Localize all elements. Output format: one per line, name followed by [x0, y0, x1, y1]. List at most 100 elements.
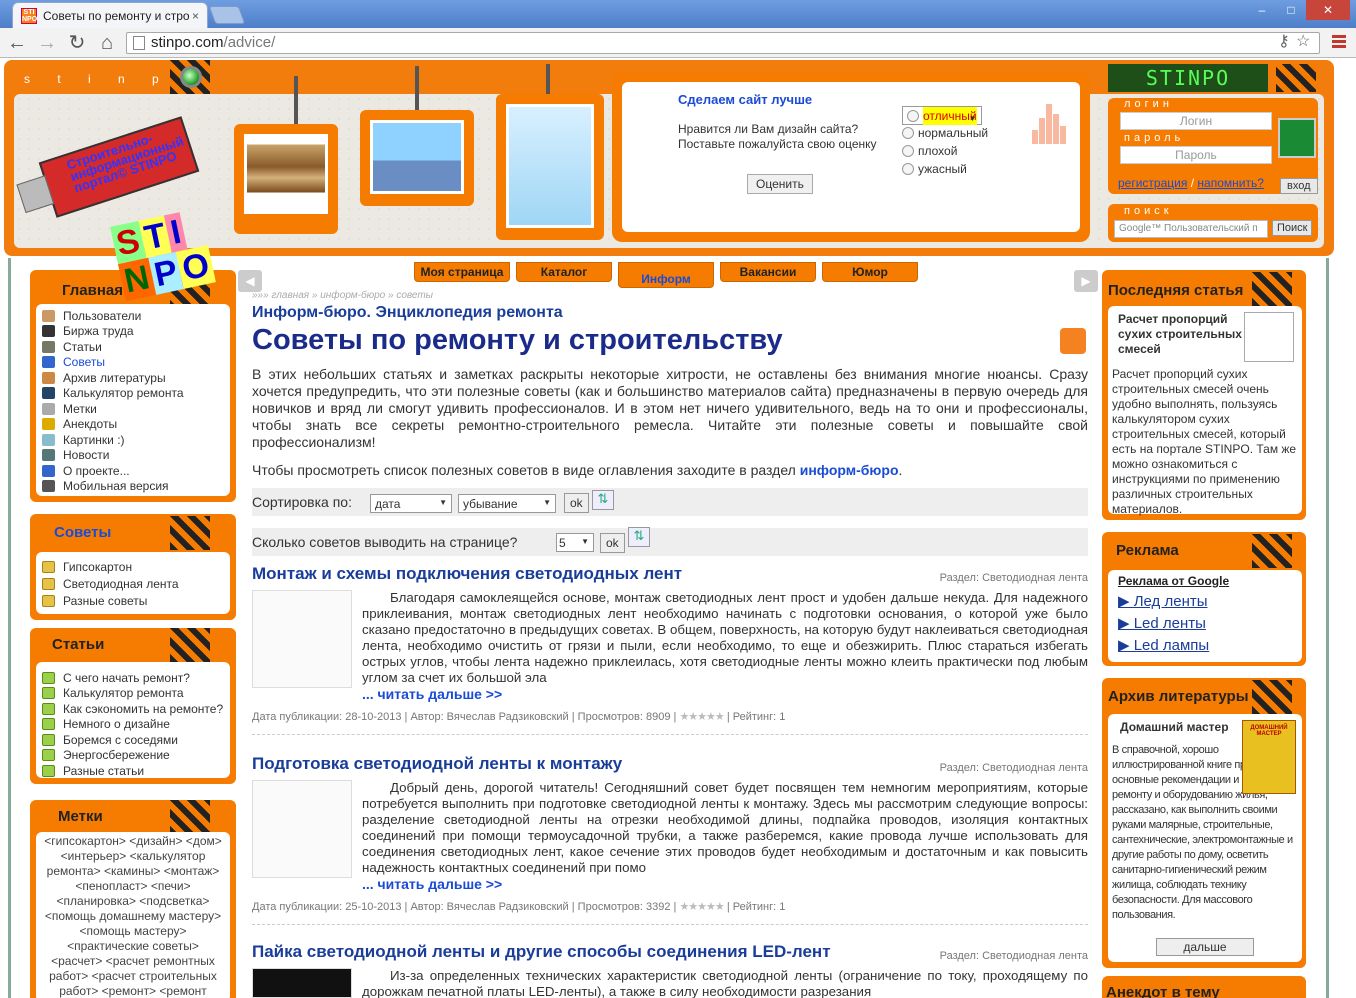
sidebar-item[interactable]: С чего начать ремонт?: [42, 670, 230, 686]
nav-tab[interactable]: Информ: [618, 262, 714, 288]
nav-tab[interactable]: Вакансии: [720, 262, 816, 282]
sidebar-item[interactable]: О проекте...: [42, 463, 230, 479]
nav-tab[interactable]: Моя страница: [414, 262, 510, 282]
sidebar-item[interactable]: Биржа труда: [42, 324, 230, 340]
poll-option[interactable]: плохой: [902, 142, 988, 160]
per-page-arrows-icon[interactable]: ⇅: [628, 527, 650, 547]
tab-close-icon[interactable]: ×: [192, 9, 199, 23]
tips-title[interactable]: Советы: [54, 524, 111, 541]
sort-ok-button[interactable]: ok: [564, 493, 589, 513]
breadcrumb[interactable]: »»» главная » информ-бюро » советы: [252, 290, 433, 301]
search-input[interactable]: Google™ Пользовательский п: [1114, 220, 1268, 238]
forward-icon[interactable]: →: [36, 32, 58, 54]
article-thumbnail[interactable]: [252, 968, 352, 998]
scroll-left-icon[interactable]: ◀: [238, 270, 262, 292]
poll-option[interactable]: ужасный: [902, 160, 988, 178]
article-thumbnail[interactable]: [252, 780, 352, 878]
sort-field-select[interactable]: дата: [370, 494, 452, 513]
per-page-input[interactable]: 5: [556, 533, 594, 552]
sidebar-item-label: Калькулятор ремонта: [63, 386, 184, 401]
read-more-link[interactable]: ... читать дальше >>: [362, 686, 502, 702]
inform-bureau-link[interactable]: информ-бюро: [800, 462, 899, 478]
sort-order-select[interactable]: убывание: [458, 494, 556, 513]
register-link[interactable]: регистрация: [1118, 176, 1187, 190]
rating-stars-icon[interactable]: ★★★★★: [679, 710, 724, 723]
maximize-button[interactable]: □: [1277, 0, 1305, 20]
window-close-button[interactable]: ✕: [1306, 0, 1350, 20]
chrome-menu-icon[interactable]: [1332, 35, 1346, 49]
ads-by-google-link[interactable]: Реклама от Google: [1118, 574, 1292, 588]
main-nav: Моя страница Каталог Информ Вакансии Юмор: [414, 262, 918, 288]
sidebar-item[interactable]: Советы: [42, 355, 230, 371]
sidebar-item[interactable]: Боремся с соседями: [42, 732, 230, 748]
sidebar-item[interactable]: Калькулятор ремонта: [42, 386, 230, 402]
sidebar-item[interactable]: Новости: [42, 448, 230, 464]
sidebar-item[interactable]: Анекдоты: [42, 417, 230, 433]
sidebar-item[interactable]: Как сэкономить на ремонте?: [42, 701, 230, 717]
sidebar-item[interactable]: Энергосбережение: [42, 748, 230, 764]
search-button[interactable]: Поиск: [1272, 220, 1313, 236]
key-icon[interactable]: ⚷: [1278, 31, 1290, 51]
sidebar-item[interactable]: Пользователи: [42, 308, 230, 324]
radio-icon[interactable]: [902, 163, 914, 175]
radio-icon[interactable]: [902, 127, 914, 139]
books-picture[interactable]: [234, 76, 338, 234]
article-title[interactable]: Пайка светодиодной ленты и другие способ…: [252, 942, 831, 962]
rss-icon[interactable]: [1060, 328, 1086, 354]
sidebar-item[interactable]: Разные статьи: [42, 763, 230, 779]
sidebar-item[interactable]: Светодиодная лента: [42, 575, 230, 592]
back-icon[interactable]: ←: [6, 32, 28, 54]
menu-item-icon: [42, 449, 55, 462]
article-title[interactable]: Монтаж и схемы подключения светодиодных …: [252, 564, 682, 584]
address-bar[interactable]: stinpo.com/advice/: [126, 32, 1320, 54]
sidebar-item[interactable]: Картинки :): [42, 432, 230, 448]
sidebar-item[interactable]: Архив литературы: [42, 370, 230, 386]
book-more-button[interactable]: дальше: [1156, 938, 1254, 956]
login-input[interactable]: Логин: [1120, 112, 1272, 130]
intro2-text: Чтобы просмотреть список полезных совето…: [252, 462, 800, 478]
sidebar-item[interactable]: Немного о дизайне: [42, 717, 230, 733]
sidebar-item[interactable]: Мобильная версия: [42, 479, 230, 495]
sidebar-item[interactable]: Калькулятор ремонта: [42, 686, 230, 702]
read-more-link[interactable]: ... читать дальше >>: [362, 876, 502, 892]
book-cover-image[interactable]: ДОМАШНИЙ МАСТЕР: [1242, 720, 1296, 794]
reload-icon[interactable]: ↻: [66, 32, 88, 54]
nav-tab[interactable]: Каталог: [516, 262, 612, 282]
ad-link[interactable]: ▶ Led лампы: [1118, 636, 1292, 654]
joke-box: Анекдот в тему: [1102, 976, 1306, 998]
vote-button[interactable]: Оценить: [747, 174, 813, 194]
minimize-button[interactable]: –: [1248, 0, 1276, 20]
per-page-ok-button[interactable]: ok: [600, 533, 625, 553]
nav-tab[interactable]: Юмор: [822, 262, 918, 282]
scroll-right-icon[interactable]: ▶: [1074, 270, 1098, 292]
menu-item-icon: [42, 340, 55, 353]
bookmark-star-icon[interactable]: ☆: [1296, 31, 1310, 51]
new-tab-button[interactable]: [208, 6, 246, 24]
menu-item-icon: [42, 480, 55, 493]
article-title[interactable]: Подготовка светодиодной ленты к монтажу: [252, 754, 622, 774]
sidebar-item[interactable]: Гипсокартон: [42, 558, 230, 575]
sidebar-item[interactable]: Метки: [42, 401, 230, 417]
city-picture[interactable]: [360, 66, 474, 206]
remind-link[interactable]: напомнить?: [1197, 176, 1263, 190]
article-section[interactable]: Раздел: Светодиодная лента: [940, 572, 1088, 584]
crane-picture[interactable]: [496, 64, 604, 240]
sidebar-item-label: Пользователи: [63, 308, 142, 323]
sort-arrows-icon[interactable]: ⇅: [592, 490, 614, 510]
rating-stars-icon[interactable]: ★★★★★: [679, 900, 724, 913]
article-section[interactable]: Раздел: Светодиодная лента: [940, 950, 1088, 962]
password-input[interactable]: Пароль: [1120, 146, 1272, 164]
article-section[interactable]: Раздел: Светодиодная лента: [940, 762, 1088, 774]
ad-link[interactable]: ▶ Led ленты: [1118, 614, 1292, 632]
sidebar-item[interactable]: Разные советы: [42, 592, 230, 609]
home-icon[interactable]: ⌂: [96, 32, 118, 54]
tag-cloud[interactable]: <гипсокартон> <дизайн> <дом> <интерьер> …: [36, 832, 230, 998]
sidebar-item[interactable]: Статьи: [42, 339, 230, 355]
login-button[interactable]: вход: [1280, 178, 1318, 194]
radio-icon[interactable]: [907, 109, 919, 122]
poll-option[interactable]: отличный: [902, 106, 982, 128]
radio-icon[interactable]: [902, 145, 914, 157]
browser-tab[interactable]: STI NPO Советы по ремонту и стро ×: [12, 2, 208, 28]
article-thumbnail[interactable]: [252, 590, 352, 688]
ad-link[interactable]: ▶ Лед ленты: [1118, 592, 1292, 610]
